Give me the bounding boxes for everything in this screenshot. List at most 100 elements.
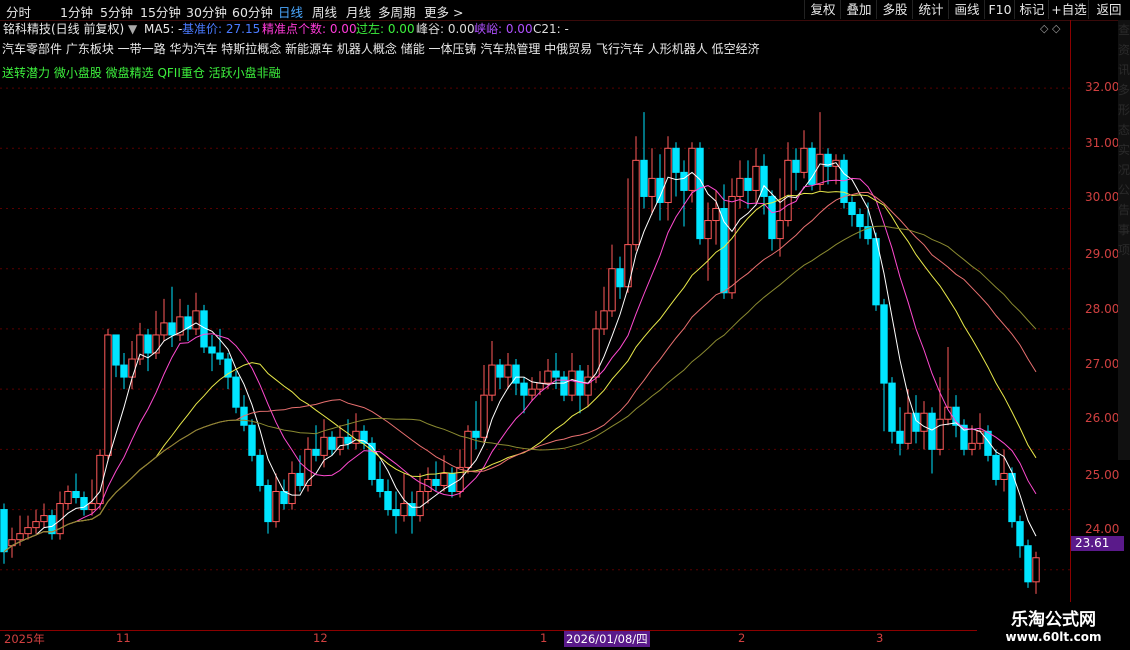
candle-down [376,478,384,493]
candle-down [520,382,528,396]
candle-down [616,268,624,288]
side-panel-text[interactable]: 查资讯多形态实况公告事项 [1118,20,1130,460]
candle-down [264,484,272,523]
candle-down [144,334,152,354]
date-label: 12 [313,631,328,645]
candle-down [0,509,8,553]
candle-up [1032,557,1040,583]
candle-down [472,430,480,438]
candle-up [784,159,792,222]
candle-down [208,346,216,354]
candle-up [32,521,40,529]
candle-up [728,195,736,294]
y-tick: 24.00 [1085,522,1120,536]
candle-down [848,201,856,216]
date-label: 2 [738,631,746,645]
date-axis: 2025年 11 12 1 2026/01/08/四 2 3 [0,630,1070,647]
candle-up [608,268,616,312]
y-tick: 30.00 [1085,190,1120,204]
candle-up [464,430,472,468]
candle-down [216,352,224,360]
candlestick-chart[interactable] [0,0,1070,630]
candle-up [936,418,944,450]
candle-down [856,214,864,228]
candle-down [880,304,888,384]
candle-down [328,436,336,450]
candle-up [600,310,608,330]
candle-up [64,491,72,505]
candle-up [800,147,808,173]
y-tick: 29.00 [1085,247,1120,261]
candle-up [128,358,136,378]
candle-up [976,430,984,444]
candle-down [120,364,128,378]
candle-down [432,478,440,486]
date-label: 3 [876,631,884,645]
candle-down [384,491,392,511]
candle-up [488,364,496,396]
candle-up [400,503,408,517]
candle-down [280,491,288,505]
candle-up [648,177,656,197]
candle-down [640,159,648,197]
candle-up [712,207,720,222]
candle-up [904,412,912,444]
candle-up [440,472,448,486]
candle-down [256,454,264,486]
candle-down [992,454,1000,480]
candle-down [248,424,256,456]
candle-up [568,370,576,396]
candle-up [192,310,200,330]
candle-up [688,147,696,191]
candle-up [96,454,104,505]
candle-up [320,436,328,456]
date-label: 11 [116,631,131,645]
candle-up [968,442,976,450]
candle-down [496,364,504,378]
candle-up [16,533,24,541]
watermark-title: 乐淘公式网 [1011,610,1096,630]
candle-up [416,491,424,517]
watermark: 乐淘公式网 www.60lt.com [977,602,1130,650]
candle-down [928,412,936,450]
candle-up [920,412,928,432]
candle-down [296,472,304,486]
watermark-url: www.60lt.com [1005,630,1102,644]
y-tick: 31.00 [1085,136,1120,150]
candle-up [528,388,536,396]
candle-down [1024,545,1032,583]
candle-down [896,430,904,444]
candle-down [552,370,560,378]
candle-down [744,177,752,191]
candle-up [816,153,824,185]
candle-up [272,491,280,523]
candle-up [544,370,552,384]
y-tick: 27.00 [1085,357,1120,371]
candle-down [112,334,120,366]
candle-down [360,430,368,444]
candle-up [288,472,296,505]
candle-down [808,147,816,185]
candle-up [664,147,672,203]
y-tick: 26.00 [1085,411,1120,425]
candle-up [104,334,112,456]
y-tick: 32.00 [1085,80,1120,94]
crosshair-date: 2026/01/08/四 [564,631,650,647]
candle-up [152,334,160,354]
candle-up [632,159,640,246]
candle-up [536,382,544,390]
candle-up [24,527,32,535]
candle-up [40,515,48,523]
y-tick: 28.00 [1085,302,1120,316]
date-label: 2025年 [4,632,45,646]
candle-up [1000,472,1008,480]
candle-down [1016,521,1024,547]
back-button[interactable]: 返回 [1088,0,1129,19]
candle-up [504,364,512,378]
candle-down [312,448,320,456]
candle-up [88,503,96,511]
candle-down [696,147,704,240]
candle-up [480,394,488,438]
y-tick: 25.00 [1085,468,1120,482]
candle-down [344,436,352,444]
